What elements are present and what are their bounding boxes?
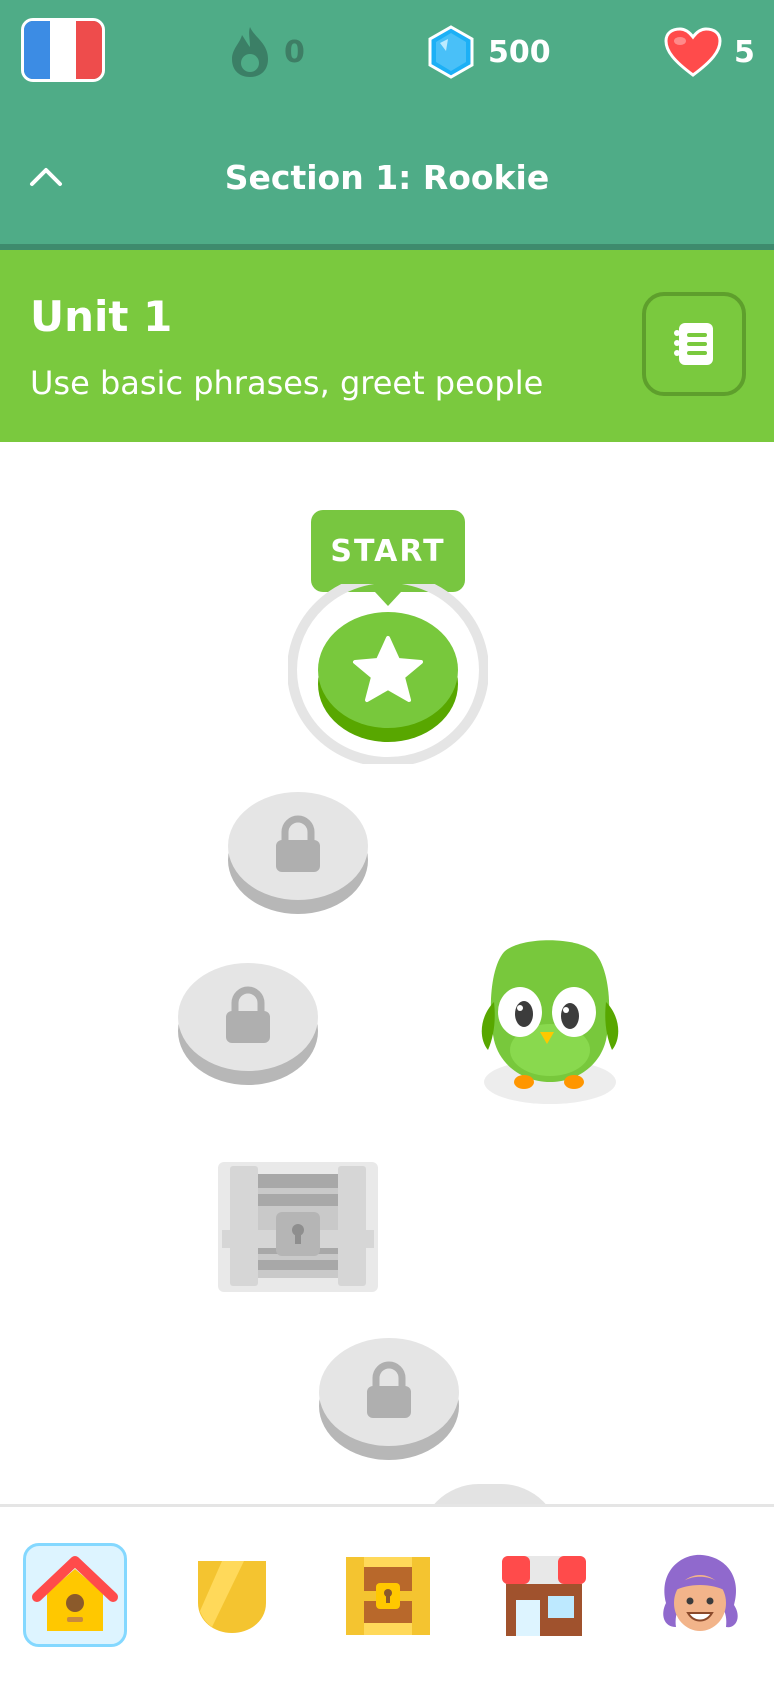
current-lesson-node[interactable]: [288, 584, 488, 764]
gems-counter[interactable]: 500: [426, 20, 551, 84]
unit-description: Use basic phrases, greet people: [30, 364, 544, 402]
nav-shop[interactable]: [492, 1543, 596, 1647]
locked-lesson-node[interactable]: [227, 784, 369, 916]
nav-learn[interactable]: [23, 1543, 127, 1647]
home-icon: [32, 1556, 118, 1631]
section-header[interactable]: Section 1: Rookie: [0, 136, 774, 222]
locked-lesson-node[interactable]: [318, 1330, 460, 1462]
hearts-counter[interactable]: 5: [664, 20, 755, 84]
shield-icon: [198, 1561, 266, 1633]
nav-quests[interactable]: [336, 1543, 440, 1647]
nav-profile[interactable]: [648, 1543, 752, 1647]
owl-mascot: [481, 940, 619, 1104]
french-flag-icon[interactable]: [21, 18, 105, 82]
gem-icon: [428, 25, 474, 79]
unit-header: Unit 1 Use basic phrases, greet people: [0, 250, 774, 442]
treasure-chest-icon: [346, 1557, 430, 1635]
flame-icon: [232, 27, 268, 77]
guidebook-button[interactable]: [642, 292, 746, 396]
hearts-count: 5: [734, 34, 755, 70]
unit-title: Unit 1: [30, 292, 173, 341]
start-tooltip[interactable]: START: [311, 510, 465, 606]
bottom-navigation: [0, 1504, 774, 1685]
streak-count: 0: [284, 34, 305, 70]
heart-icon: [664, 27, 722, 77]
section-title: Section 1: Rookie: [224, 158, 550, 197]
guidebook-icon: [674, 323, 713, 365]
nav-leaderboards[interactable]: [180, 1543, 284, 1647]
avatar-icon: [663, 1554, 738, 1631]
shop-icon: [502, 1556, 586, 1636]
streak-counter[interactable]: 0: [228, 20, 305, 84]
gems-count: 500: [488, 34, 551, 70]
chest-icon[interactable]: [216, 1160, 380, 1294]
top-bar: 0 500 5 Section 1: Rookie: [0, 0, 774, 250]
locked-lesson-node[interactable]: [177, 955, 319, 1087]
